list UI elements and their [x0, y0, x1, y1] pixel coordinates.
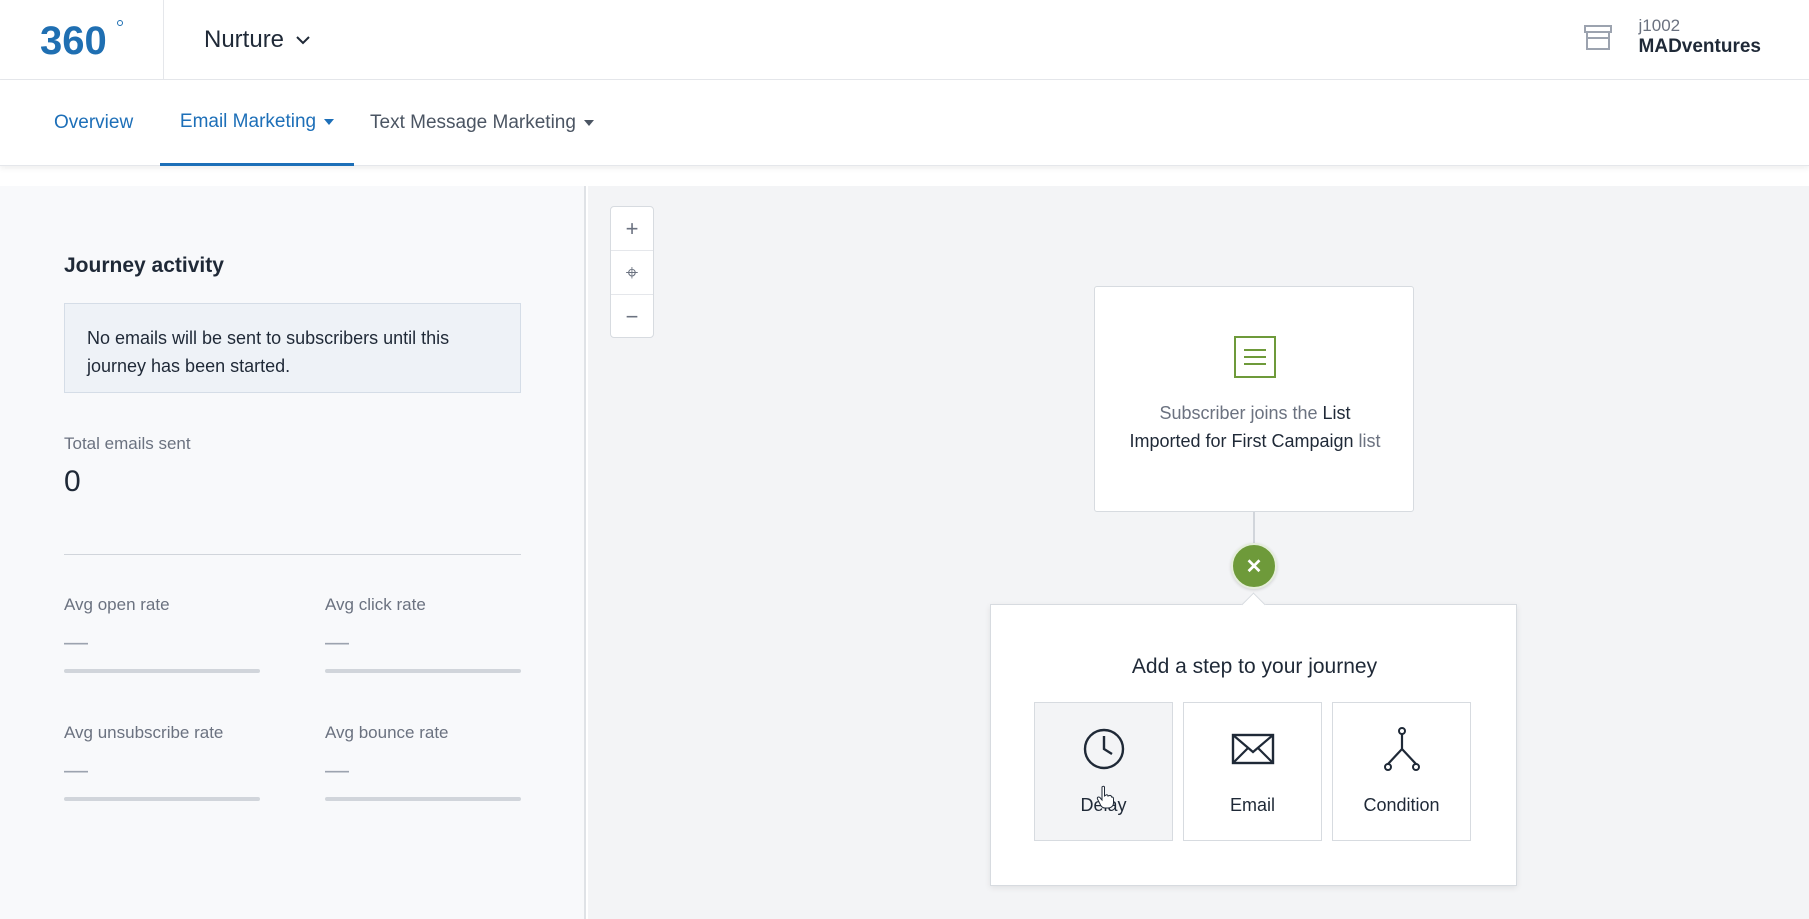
total-emails-value: 0	[64, 465, 81, 498]
add-step-title: Add a step to your journey	[1131, 655, 1378, 678]
stat-avg-bounce-rate: Avg bounce rate —	[325, 723, 521, 801]
stat-label: Avg unsubscribe rate	[64, 723, 224, 742]
stat-label: Avg open rate	[64, 595, 170, 614]
account-switcher[interactable]: j1002 MADventures	[1581, 16, 1761, 58]
stat-label: Avg bounce rate	[325, 723, 449, 742]
account-id: j1002	[1638, 16, 1681, 35]
tab-overview-label: Overview	[54, 112, 134, 133]
envelope-icon	[1231, 733, 1275, 765]
clock-icon	[1083, 728, 1125, 770]
journey-activity-panel: Journey activity No emails will be sent …	[0, 186, 586, 919]
stat-bar	[325, 669, 521, 673]
connector-line	[1253, 512, 1255, 546]
close-add-step-button[interactable]: ✕	[1231, 543, 1277, 589]
condition-label: Condition	[1363, 795, 1440, 815]
stat-label: Avg click rate	[325, 595, 426, 614]
center-button[interactable]: ⌖	[611, 251, 653, 295]
chevron-down-icon	[296, 36, 310, 45]
notice-box: No emails will be sent to subscribers un…	[64, 303, 521, 393]
tab-email-marketing[interactable]: Email Marketing	[160, 80, 354, 166]
svg-text:360: 360	[40, 19, 107, 60]
caret-down-icon	[324, 118, 335, 125]
journey-activity-title: Journey activity	[64, 254, 224, 277]
add-email-step-button[interactable]: Email	[1183, 702, 1322, 841]
account-info: j1002 MADventures	[1639, 16, 1761, 58]
email-label: Email	[1229, 795, 1275, 815]
logo-360[interactable]: 360	[0, 0, 164, 79]
hand-cursor-icon	[1096, 785, 1114, 809]
branch-icon	[1384, 727, 1420, 771]
stat-avg-open-rate: Avg open rate —	[64, 595, 260, 673]
stat-value: —	[325, 757, 349, 784]
divider	[64, 554, 521, 555]
total-emails-label: Total emails sent	[64, 434, 191, 453]
stat-bar	[325, 797, 521, 801]
stat-avg-unsubscribe-rate: Avg unsubscribe rate —	[64, 723, 260, 801]
caret-down-icon	[583, 120, 594, 126]
stat-value: —	[64, 757, 88, 784]
top-header: 360 Nurture j1002 MADventures	[0, 0, 1809, 80]
account-name: MADventures	[1638, 36, 1761, 57]
stat-bar	[64, 669, 260, 673]
tab-text-message-marketing[interactable]: Text Message Marketing	[370, 80, 594, 166]
stat-value: —	[325, 629, 349, 656]
add-condition-step-button[interactable]: Condition	[1332, 702, 1471, 841]
zoom-in-button[interactable]: +	[611, 207, 653, 251]
app-name: Nurture	[204, 26, 285, 53]
add-step-popup: Add a step to your journey Delay Email C	[990, 604, 1517, 886]
stat-avg-click-rate: Avg click rate —	[325, 595, 521, 673]
trigger-prefix: Subscriber joins the	[1159, 403, 1318, 423]
zoom-out-button[interactable]: −	[611, 295, 653, 339]
journey-canvas[interactable]: + ⌖ − Subscriber joins the List Imported…	[588, 186, 1809, 919]
list-icon	[1234, 336, 1276, 378]
zoom-controls: + ⌖ −	[610, 206, 654, 338]
add-delay-step-button[interactable]: Delay	[1034, 702, 1173, 841]
trigger-description: Subscriber joins the List Imported for F…	[1125, 399, 1385, 455]
store-icon	[1583, 25, 1612, 50]
logo-360-icon: 360	[40, 19, 123, 60]
trigger-card[interactable]: Subscriber joins the List Imported for F…	[1094, 286, 1414, 512]
trigger-suffix: list	[1358, 431, 1381, 451]
tab-email-marketing-label: Email Marketing	[179, 110, 317, 132]
stat-bar	[64, 797, 260, 801]
tab-overview[interactable]: Overview	[54, 80, 133, 166]
tab-text-message-label: Text Message Marketing	[370, 112, 576, 133]
tab-nav: Overview Email Marketing Text Message Ma…	[0, 80, 1809, 166]
app-switcher-dropdown[interactable]: Nurture	[204, 22, 312, 58]
stat-value: —	[64, 629, 88, 656]
